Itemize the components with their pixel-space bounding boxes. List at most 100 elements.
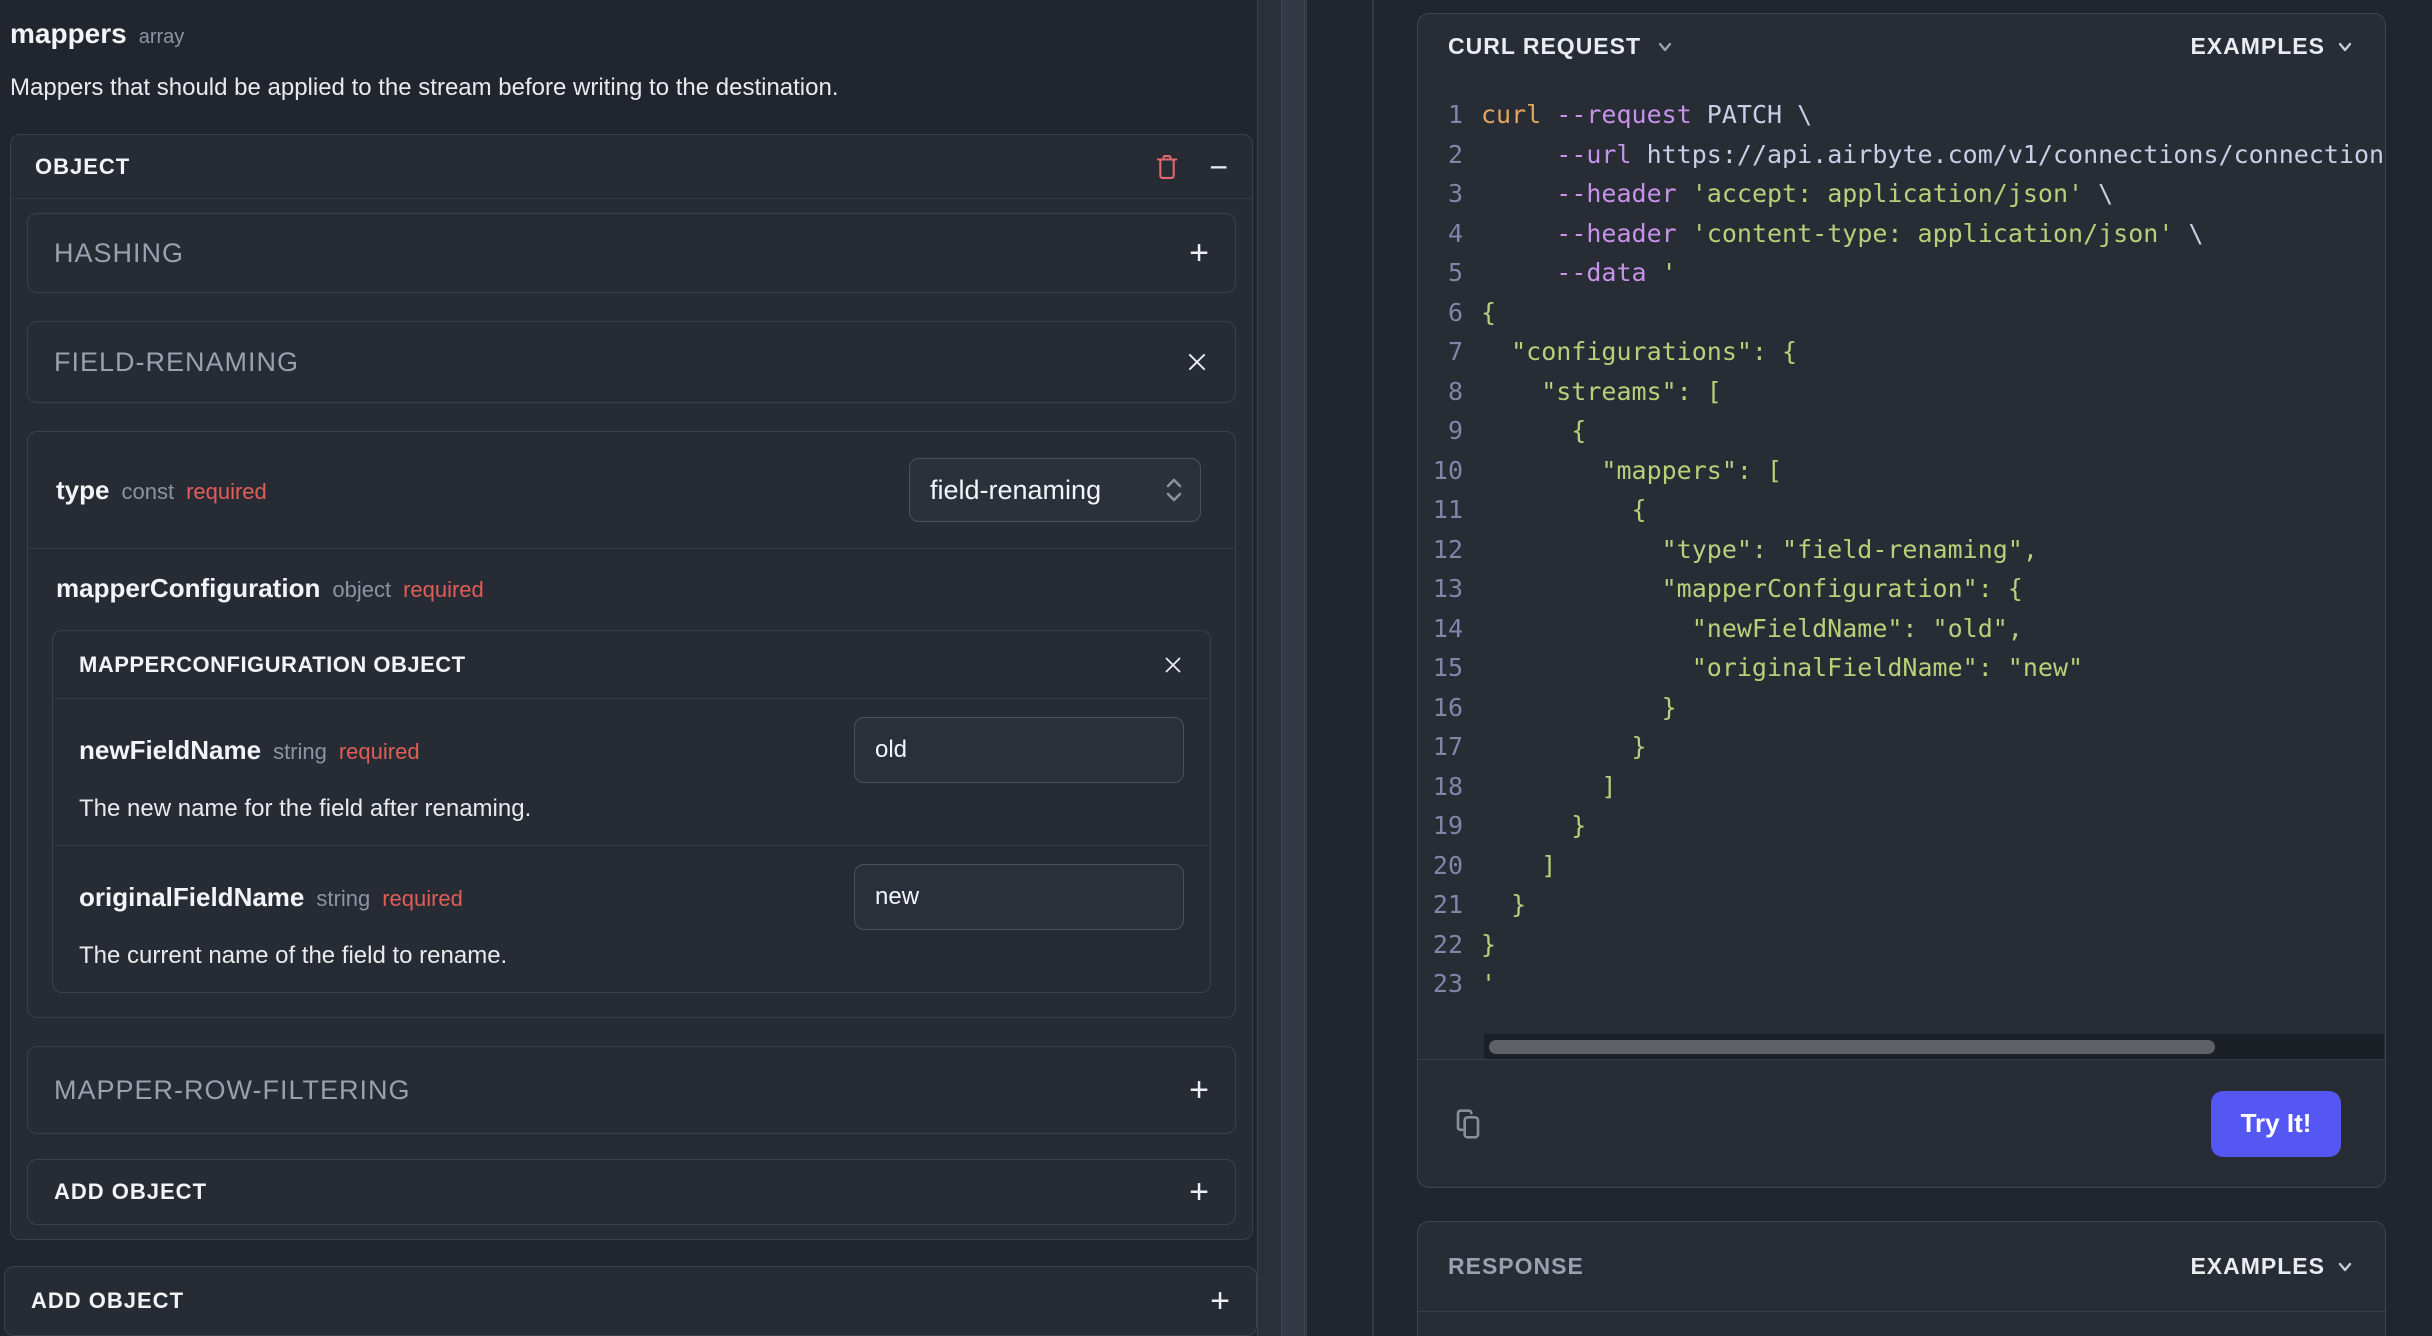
new-field-name-kind: string [273, 738, 327, 764]
delete-object-button[interactable] [1153, 152, 1181, 182]
line-number: 22 [1432, 929, 1463, 959]
code-line-content: "streams": [ [1481, 376, 1722, 406]
code-line-content: --url https://api.airbyte.com/v1/connect… [1556, 139, 2384, 169]
line-number: 7 [1447, 337, 1463, 366]
schema-column-inner: mappers array Mappers that should be app… [4, 0, 1257, 1336]
code-line-content: } [1481, 929, 1497, 959]
curl-request-panel: CURL REQUEST EXAMPLES 1 curl --request PA… [1417, 13, 2386, 1188]
code-line: 19 } [1419, 806, 2384, 846]
code-line: 8 "streams": [ [1419, 372, 2384, 412]
code-line-content: "mapperConfiguration": { [1481, 574, 2023, 603]
mapper-configuration-object-header: MAPPERCONFIGURATION OBJECT [53, 631, 1210, 699]
line-number: 10 [1432, 455, 1463, 485]
code-line-content: "originalFieldName": "new" [1481, 653, 2084, 682]
original-field-name-name: originalFieldName [79, 881, 305, 912]
close-mapper-configuration-button[interactable] [1162, 654, 1184, 676]
code-horizontal-scrollbar-track[interactable] [1484, 1034, 2384, 1060]
original-field-name-row: originalFieldName string required The cu… [53, 845, 1210, 992]
line-number: 9 [1447, 416, 1463, 445]
code-line: 1 curl --request PATCH \ [1419, 95, 2384, 135]
line-number: 14 [1432, 613, 1463, 643]
response-header: RESPONSE EXAMPLES [1418, 1222, 2385, 1312]
type-select-value: field-renaming [930, 474, 1102, 505]
response-examples-label: EXAMPLES [2190, 1253, 2325, 1279]
new-field-name-input[interactable] [854, 717, 1184, 783]
schema-column: mappers array Mappers that should be app… [0, 0, 1257, 1336]
column-divider [1372, 0, 1374, 1336]
stepper-chevrons-icon [1162, 473, 1186, 507]
new-field-name-description: The new name for the field after renamin… [79, 795, 532, 822]
mapper-configuration-label: mapperConfiguration object required [52, 573, 1211, 604]
mapper-configuration-name: mapperConfiguration [56, 573, 321, 603]
plus-icon: + [1189, 1173, 1209, 1211]
type-property-name: type [56, 474, 110, 505]
line-number: 18 [1432, 771, 1463, 801]
line-number: 12 [1432, 534, 1463, 564]
code-line: 7 "configurations": { [1419, 332, 2384, 372]
type-property-kind: const [121, 478, 175, 504]
code-line: 16 } [1419, 688, 2384, 728]
add-object-button-inner[interactable]: ADD OBJECT + [27, 1159, 1236, 1225]
original-field-name-row-top: originalFieldName string required [79, 864, 1184, 930]
section-mapper-row-filtering[interactable]: MAPPER-ROW-FILTERING + [27, 1046, 1236, 1134]
line-number: 11 [1432, 495, 1463, 524]
field-name-mappers: mappers [10, 18, 127, 49]
new-field-name-name: newFieldName [79, 734, 262, 765]
original-field-name-label: originalFieldName string required [79, 882, 463, 913]
mapper-configuration-kind: object [332, 577, 392, 602]
copy-code-button[interactable] [1448, 1104, 1488, 1144]
line-number: 1 [1447, 100, 1463, 129]
original-field-name-description: The current name of the field to rename. [79, 942, 508, 969]
mappers-object-card: OBJECT − HASHING + FIELD-RENAMING type c… [10, 134, 1253, 1240]
code-line: 2 --url https://api.airbyte.com/v1/conne… [1419, 135, 2384, 175]
code-line-content: --header 'accept: application/json' \ [1556, 179, 2114, 208]
line-number: 21 [1432, 890, 1463, 919]
code-line-content: --header 'content-type: application/json… [1556, 218, 2204, 248]
type-property-row: type const required field-renaming [28, 432, 1235, 549]
line-number: 8 [1447, 376, 1463, 406]
response-examples-dropdown[interactable]: EXAMPLES [2190, 1253, 2355, 1280]
section-field-renaming: FIELD-RENAMING [27, 321, 1236, 403]
new-field-name-row: newFieldName string required The new nam… [53, 699, 1210, 845]
code-line-content: ] [1481, 850, 1557, 880]
object-card-body: HASHING + FIELD-RENAMING type const requ… [11, 199, 1252, 1239]
mapper-configuration-object-title: MAPPERCONFIGURATION OBJECT [79, 651, 466, 677]
code-line-content: "newFieldName": "old", [1481, 613, 2023, 643]
field-type-array: array [138, 26, 185, 48]
code-horizontal-scrollbar-thumb[interactable] [1489, 1040, 2215, 1054]
object-card-header: OBJECT − [11, 135, 1252, 199]
mapper-configuration-object-box: MAPPERCONFIGURATION OBJECT newFieldName … [52, 630, 1211, 993]
curl-request-title-toggle[interactable]: CURL REQUEST [1448, 33, 1675, 60]
code-line: 13 "mapperConfiguration": { [1419, 569, 2384, 609]
code-line-content: ] [1481, 771, 1617, 801]
chevron-down-icon [1655, 37, 1675, 57]
code-line: 6{ [1419, 293, 2384, 333]
original-field-name-required: required [382, 885, 463, 911]
original-field-name-input[interactable] [854, 864, 1184, 930]
chevron-down-icon [2335, 37, 2355, 57]
line-number: 2 [1447, 139, 1463, 169]
section-hashing[interactable]: HASHING + [27, 213, 1236, 293]
vertical-scrollbar-thumb[interactable] [1281, 0, 1305, 1336]
trash-icon [1153, 152, 1181, 182]
code-line-content: } [1481, 811, 1587, 840]
vertical-scrollbar-track[interactable] [1257, 0, 1307, 1336]
code-line: 12 "type": "field-renaming", [1419, 530, 2384, 570]
add-object-button-outer[interactable]: ADD OBJECT + [4, 1266, 1257, 1336]
close-field-renaming-button[interactable] [1185, 350, 1209, 374]
section-mapper-row-filtering-title: MAPPER-ROW-FILTERING [54, 1074, 411, 1105]
mapper-configuration-required: required [403, 577, 484, 602]
minus-icon: − [1209, 148, 1228, 185]
type-select[interactable]: field-renaming [909, 458, 1201, 522]
collapse-object-button[interactable]: − [1209, 151, 1228, 183]
response-panel: RESPONSE EXAMPLES [1417, 1221, 2386, 1336]
original-field-name-kind: string [316, 885, 371, 911]
line-number: 16 [1432, 692, 1463, 722]
curl-examples-dropdown[interactable]: EXAMPLES [2190, 33, 2355, 60]
line-number: 23 [1432, 969, 1463, 998]
line-number: 15 [1432, 653, 1463, 682]
try-it-button[interactable]: Try It! [2211, 1090, 2341, 1157]
code-line-content: curl --request PATCH \ [1481, 100, 1813, 129]
line-number: 4 [1447, 218, 1463, 248]
chevron-down-icon [2335, 1257, 2355, 1277]
